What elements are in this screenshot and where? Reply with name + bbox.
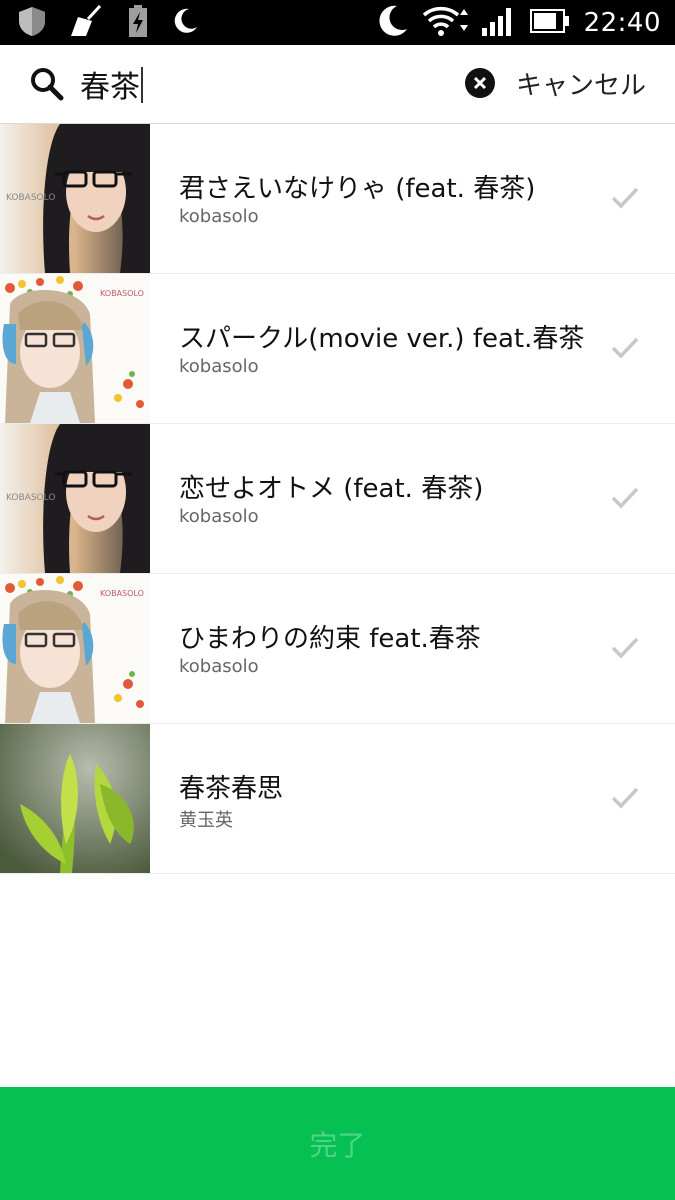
song-title: 春茶春思 <box>179 774 284 804</box>
done-button-label: 完了 <box>309 1128 366 1162</box>
search-input[interactable] <box>80 61 440 107</box>
album-art-label: KOBASOLO <box>6 193 55 203</box>
moon-icon <box>172 8 198 38</box>
search-bar: キャンセル <box>0 45 675 124</box>
text-cursor <box>141 67 143 103</box>
battery-icon <box>529 9 570 37</box>
status-bar-left <box>18 4 198 41</box>
check-icon[interactable] <box>610 786 640 810</box>
album-art: KOBASOLO <box>0 124 150 273</box>
album-art-label: KOBASOLO <box>100 589 144 598</box>
list-item[interactable]: 春茶春思 黄玉英 <box>0 724 675 874</box>
status-bar-right: 22:40 <box>376 5 661 41</box>
song-artist: kobasolo <box>179 206 259 227</box>
album-art: KOBASOLO <box>0 274 150 423</box>
check-icon[interactable] <box>610 186 640 210</box>
check-icon[interactable] <box>610 486 640 510</box>
cancel-button[interactable]: キャンセル <box>516 65 646 102</box>
album-art-label: KOBASOLO <box>100 289 144 298</box>
list-item[interactable]: KOBASOLO ひまわりの約束 feat.春茶 kobasolo <box>0 574 675 724</box>
battery-charging-icon <box>128 5 148 41</box>
song-artist: kobasolo <box>179 656 259 677</box>
album-art: KOBASOLO <box>0 574 150 723</box>
done-button[interactable]: 完了 <box>0 1087 675 1200</box>
moon-icon <box>376 5 408 41</box>
song-artist: kobasolo <box>179 506 259 527</box>
album-art-label: KOBASOLO <box>6 493 55 503</box>
song-artist: kobasolo <box>179 356 259 377</box>
song-title: ひまわりの約束 feat.春茶 <box>179 624 481 654</box>
signal-icon <box>481 6 516 40</box>
list-item[interactable]: KOBASOLO 君さえいなけりゃ (feat. 春茶) kobasolo <box>0 124 675 274</box>
status-bar: 22:40 <box>0 0 675 45</box>
broom-icon <box>70 4 104 41</box>
clear-search-button[interactable] <box>465 68 495 98</box>
song-title: スパークル(movie ver.) feat.春茶 <box>179 324 585 354</box>
wifi-icon <box>422 5 468 41</box>
results-list: KOBASOLO 君さえいなけりゃ (feat. 春茶) kobasolo KO… <box>0 124 675 874</box>
album-art: KOBASOLO <box>0 424 150 573</box>
song-artist: 黄玉英 <box>179 810 233 831</box>
shield-icon <box>18 6 46 40</box>
song-title: 恋せよオトメ (feat. 春茶) <box>179 474 484 504</box>
check-icon[interactable] <box>610 336 640 360</box>
status-time: 22:40 <box>583 8 661 38</box>
song-title: 君さえいなけりゃ (feat. 春茶) <box>179 174 536 204</box>
album-art <box>0 724 150 873</box>
check-icon[interactable] <box>610 636 640 660</box>
clear-icon <box>473 76 487 90</box>
list-item[interactable]: KOBASOLO 恋せよオトメ (feat. 春茶) kobasolo <box>0 424 675 574</box>
search-icon <box>30 67 64 101</box>
list-item[interactable]: KOBASOLO スパークル(movie ver.) feat.春茶 kobas… <box>0 274 675 424</box>
